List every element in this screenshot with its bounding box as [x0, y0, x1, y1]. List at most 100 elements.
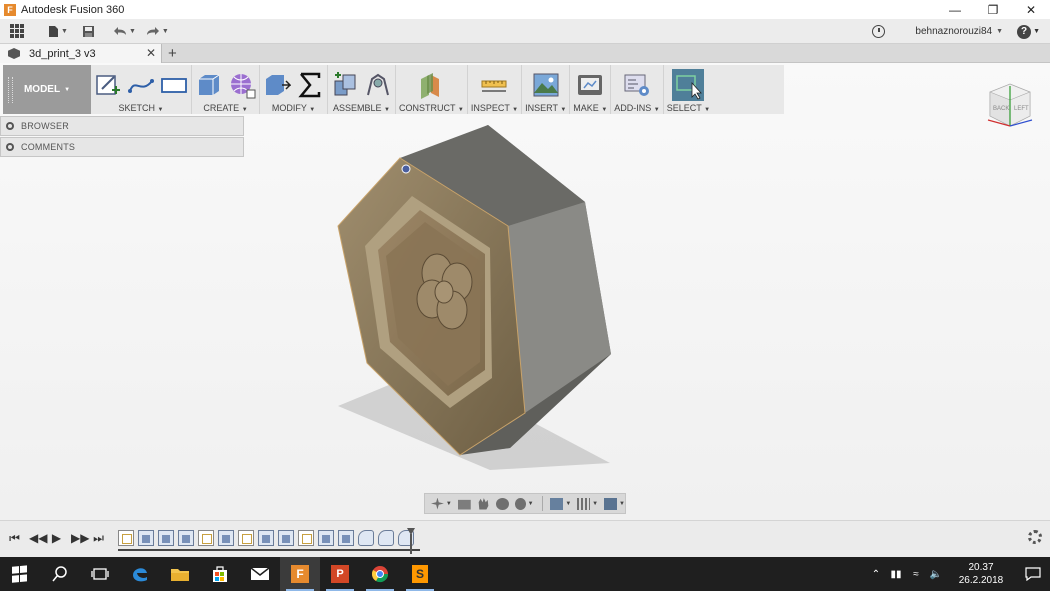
sublime-button[interactable]: S — [400, 557, 440, 591]
image-icon[interactable] — [532, 71, 560, 99]
step-back-icon[interactable]: ◀◀ — [29, 531, 47, 546]
measure-icon[interactable] — [480, 71, 508, 99]
close-icon[interactable]: ✕ — [1012, 0, 1050, 19]
timeline-extrude-icon[interactable] — [218, 530, 234, 546]
line-icon[interactable] — [127, 71, 155, 99]
windows-logo-icon — [12, 565, 28, 583]
grid-settings-icon[interactable] — [577, 497, 591, 510]
toolbar-group-select[interactable]: SELECT ▼ — [664, 65, 713, 114]
look-at-icon[interactable] — [457, 499, 471, 510]
joint-icon[interactable] — [364, 71, 392, 99]
timeline-extrude-icon[interactable] — [338, 530, 354, 546]
origin-marker-icon[interactable] — [401, 164, 411, 174]
new-tab-icon[interactable]: + — [168, 44, 177, 63]
battery-icon[interactable]: ▮▮ — [886, 569, 906, 580]
timeline-fillet-icon[interactable] — [378, 530, 394, 546]
viewports-icon[interactable] — [604, 497, 618, 510]
edge-button[interactable] — [120, 557, 160, 591]
timeline-extrude-icon[interactable] — [278, 530, 294, 546]
toolbar-group-sketch[interactable]: SKETCH ▼ — [91, 65, 192, 114]
powerpoint-button[interactable]: P — [320, 557, 360, 591]
fusion-taskbar-button[interactable]: F — [280, 557, 320, 591]
go-to-end-icon[interactable]: ⏭ — [92, 531, 105, 546]
zoom-window-icon[interactable] — [495, 497, 509, 510]
rectangle-icon[interactable] — [160, 71, 188, 99]
step-forward-icon[interactable]: ▶▶ — [71, 531, 89, 546]
search-button[interactable] — [40, 557, 80, 591]
sigma-icon[interactable] — [296, 71, 324, 99]
start-button[interactable] — [0, 557, 40, 591]
toolbar-group-create[interactable]: CREATE ▼ — [192, 65, 260, 114]
toolbar-group-insert[interactable]: INSERT ▼ — [522, 65, 571, 114]
expand-icon[interactable] — [6, 122, 14, 130]
store-button[interactable] — [200, 557, 240, 591]
make-menu-label: MAKE — [573, 103, 599, 113]
timeline-extrude-icon[interactable] — [158, 530, 174, 546]
user-menu[interactable]: behnaznorouzi84 ▼ — [915, 26, 1003, 37]
file-explorer-button[interactable] — [160, 557, 200, 591]
create-sketch-icon[interactable] — [94, 71, 122, 99]
display-settings-icon[interactable] — [550, 497, 564, 510]
toolbar-group-assemble[interactable]: ASSEMBLE ▼ — [328, 65, 396, 114]
toolbar-group-inspect[interactable]: INSPECT ▼ — [468, 65, 523, 114]
hexagon-model[interactable] — [320, 118, 630, 478]
expand-icon[interactable] — [6, 143, 14, 151]
chrome-button[interactable] — [360, 557, 400, 591]
plane-icon[interactable] — [417, 71, 445, 99]
timeline-extrude-icon[interactable] — [138, 530, 154, 546]
toolbar-group-make[interactable]: MAKE ▼ — [570, 65, 612, 114]
wifi-icon[interactable]: ≈ — [906, 569, 926, 580]
timeline-fillet-icon[interactable] — [358, 530, 374, 546]
toolbar-group-modify[interactable]: MODIFY ▼ — [260, 65, 328, 114]
chevron-up-icon[interactable]: ⌃ — [866, 569, 886, 580]
timeline-extrude-icon[interactable] — [258, 530, 274, 546]
timeline-extrude-icon[interactable] — [318, 530, 334, 546]
timeline-sketch-icon[interactable] — [118, 530, 134, 546]
browser-panel[interactable]: BROWSER — [0, 116, 244, 136]
play-icon[interactable]: ▶ — [50, 531, 63, 546]
go-to-start-icon[interactable]: ⏮ — [8, 531, 21, 546]
select-icon[interactable] — [672, 69, 705, 101]
sculpt-icon[interactable] — [228, 71, 256, 99]
mail-button[interactable] — [240, 557, 280, 591]
save-button[interactable] — [82, 25, 95, 38]
document-tab[interactable]: 3d_print_3 v3 ✕ — [0, 44, 162, 63]
folder-icon — [171, 569, 189, 581]
help-menu[interactable]: ? ▼ — [1017, 24, 1040, 39]
restore-icon[interactable]: ❐ — [974, 0, 1012, 19]
new-component-icon[interactable] — [331, 71, 359, 99]
file-menu-button[interactable]: ▼ — [48, 25, 68, 38]
user-name: behnaznorouzi84 — [915, 26, 993, 37]
scripts-icon[interactable] — [623, 71, 651, 99]
comments-panel[interactable]: COMMENTS — [0, 137, 244, 157]
timeline-extrude-icon[interactable] — [178, 530, 194, 546]
close-tab-icon[interactable]: ✕ — [146, 46, 156, 60]
gear-icon[interactable] — [1028, 530, 1042, 544]
workspace-switcher[interactable]: MODEL ▼ — [3, 65, 91, 114]
minimize-icon[interactable]: — — [936, 0, 974, 19]
timeline-sketch-icon[interactable] — [298, 530, 314, 546]
system-clock[interactable]: 20.37 26.2.2018 — [946, 561, 1016, 587]
redo-button[interactable]: ▼ — [146, 26, 169, 36]
timeline-sketch-icon[interactable] — [198, 530, 214, 546]
pan-hand-icon[interactable] — [478, 498, 489, 510]
window-title: Autodesk Fusion 360 — [21, 3, 125, 16]
toolbar-group-addins[interactable]: ADD-INS ▼ — [611, 65, 664, 114]
comments-label: COMMENTS — [21, 142, 76, 152]
orbit-icon[interactable] — [431, 497, 444, 510]
timeline-sketch-icon[interactable] — [238, 530, 254, 546]
viewcube[interactable]: BACK LEFT — [984, 80, 1036, 132]
print-icon[interactable] — [576, 71, 604, 99]
fusion-app-icon: F — [291, 565, 309, 583]
task-view-button[interactable] — [80, 557, 120, 591]
toolbar-group-construct[interactable]: CONSTRUCT ▼ — [396, 65, 468, 114]
clock-icon[interactable] — [872, 25, 886, 38]
press-pull-icon[interactable] — [263, 71, 291, 99]
grid-icon[interactable] — [10, 24, 24, 38]
timeline-marker[interactable] — [407, 528, 415, 554]
volume-icon[interactable]: 🔈 — [926, 569, 946, 580]
action-center-button[interactable] — [1016, 557, 1050, 591]
undo-button[interactable]: ▼ — [113, 26, 136, 36]
extrude-icon[interactable] — [195, 71, 223, 99]
zoom-icon[interactable] — [514, 497, 526, 510]
